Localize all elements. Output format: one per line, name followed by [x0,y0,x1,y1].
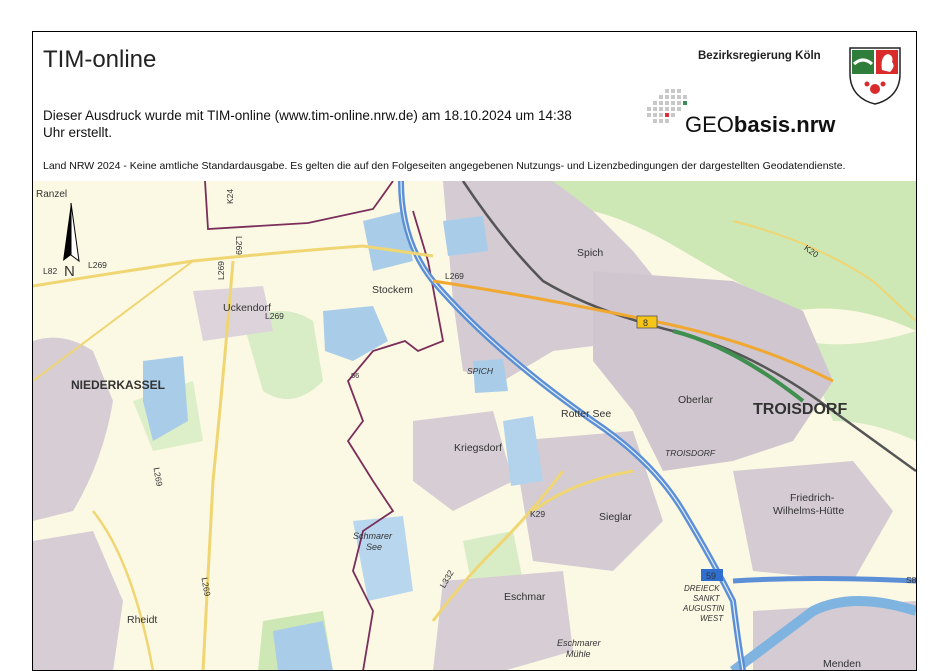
road-label-s8: S8 [906,575,916,585]
nrw-coat-of-arms-icon [849,47,901,105]
place-label-dreieck-4: WEST [700,614,724,623]
road-label-l269-v1: L269 [234,236,244,255]
place-label-troisdorf: TROISDORF [753,401,847,418]
place-label-spich: Spich [577,247,603,259]
geobasis-wordmark: GEObasis.nrw [685,112,836,137]
topographic-map[interactable]: N 8 59 L82 L269 L269 L269 K24 L269 L269 … [33,181,916,670]
place-label-friedrich-2: Wilhelms-Hütte [773,505,844,517]
place-label-dreieck-1: DREIECK [684,584,720,593]
road-label-l269-3: L269 [445,271,464,281]
place-label-eschmar: Eschmar [504,591,546,603]
place-label-ranzel: Ranzel [36,189,67,200]
north-arrow-label: N [64,263,75,280]
place-label-niederkassel: NIEDERKASSEL [71,378,165,392]
place-label-rheidt: Rheidt [127,614,157,626]
place-label-friedrich-1: Friedrich- [790,492,835,504]
place-label-troisdorf-junction: TROISDORF [665,448,716,458]
road-label-l82: L82 [43,266,57,276]
place-label-schmarer-see-2: See [366,542,382,552]
license-disclaimer: Land NRW 2024 - Keine amtliche Standarda… [43,160,846,172]
place-label-stockem: Stockem [372,284,413,296]
place-label-eschmarer-muehle-1: Eschmarer [557,638,602,648]
place-label-dreieck-2: SANKT [693,594,721,603]
road-shield-b8-label: 8 [643,318,648,328]
page-title: TIM-online [43,46,157,73]
description-line-2: Uhr erstellt. [43,125,113,140]
motorway-east-west [732,576,916,584]
place-label-sieglar: Sieglar [599,511,632,523]
print-header: TIM-online Dieser Ausdruck wurde mit TIM… [33,32,916,182]
place-label-dreieck-3: AUGUSTIN [682,604,725,613]
place-label-rotter-see: Rotter See [561,408,611,420]
water-lake-rotter-see [473,359,508,393]
place-label-oberlar: Oberlar [678,394,714,406]
description-line-1: Dieser Ausdruck wurde mit TIM-online (ww… [43,108,572,123]
place-label-uckendorf: Uckendorf [223,302,271,314]
place-label-schmarer-see-1: Schmarer [353,531,393,541]
place-label-menden: Menden [823,658,861,670]
agency-name: Bezirksregierung Köln [698,50,821,62]
road-label-k24: K24 [225,189,235,204]
road-label-56: 56 [351,371,359,380]
road-label-k29: K29 [530,509,545,519]
place-label-spich-junction: SPICH [467,366,494,376]
road-shield-a59-label: 59 [706,571,716,581]
water-lake-north-2 [443,216,488,256]
urban-eschmar [433,571,573,670]
place-label-kriegsdorf: Kriegsdorf [454,442,502,454]
print-frame: TIM-online Dieser Ausdruck wurde mit TIM… [32,31,917,671]
road-label-l269-1: L269 [88,260,107,270]
road-label-l269-v2: L269 [216,261,226,280]
print-description: Dieser Ausdruck wurde mit TIM-online (ww… [43,107,633,141]
place-label-eschmarer-muehle-2: Mühle [566,649,591,659]
